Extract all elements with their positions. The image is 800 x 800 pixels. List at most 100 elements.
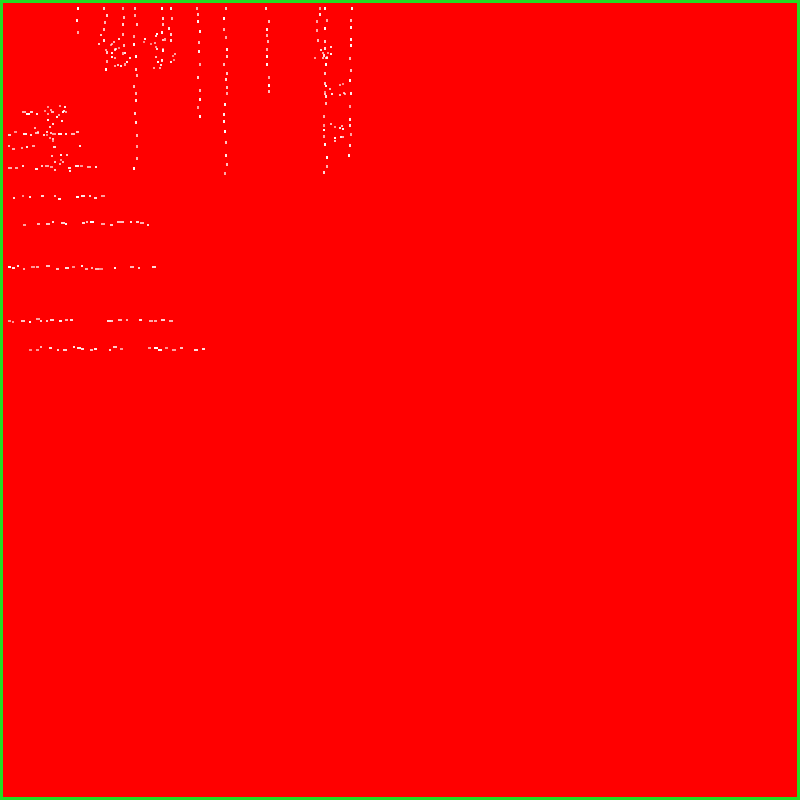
artifact-speck — [86, 221, 88, 223]
artifact-speck — [45, 165, 49, 167]
artifact-speck — [323, 171, 325, 174]
artifact-speck — [172, 55, 174, 57]
artifact-speck — [317, 39, 319, 42]
artifact-speck — [66, 154, 68, 156]
artifact-speck — [54, 161, 56, 163]
artifact-speck — [50, 166, 53, 168]
artifact-speck — [118, 319, 122, 321]
artifact-speck — [62, 161, 64, 163]
artifact-speck — [17, 265, 19, 267]
artifact-speck — [69, 170, 71, 172]
artifact-speck — [54, 195, 56, 197]
artifact-speck — [266, 34, 268, 37]
artifact-speck — [350, 38, 352, 41]
artifact-speck — [105, 68, 107, 71]
artifact-speck — [34, 127, 36, 129]
artifact-speck — [23, 268, 25, 270]
artifact-speck — [350, 69, 352, 72]
artifact-speck — [21, 147, 23, 149]
artifact-speck — [154, 42, 156, 44]
artifact-speck — [334, 126, 336, 128]
artifact-speck — [224, 103, 226, 106]
artifact-speck — [350, 19, 352, 22]
artifact-speck — [162, 17, 164, 20]
artifact-speck — [77, 347, 81, 349]
artifact-speck — [180, 347, 183, 349]
artifact-speck — [75, 165, 79, 167]
artifact-speck — [49, 137, 51, 139]
artifact-speck — [89, 195, 91, 197]
artifact-speck — [12, 267, 15, 269]
artifact-speck — [23, 224, 26, 226]
artifact-speck — [124, 52, 126, 54]
artifact-speck — [8, 145, 10, 147]
artifact-speck — [32, 145, 35, 147]
artifact-speck — [225, 78, 227, 81]
artifact-speck — [58, 114, 60, 116]
artifact-speck — [40, 320, 42, 322]
artifact-speck — [226, 72, 228, 75]
artifact-speck — [59, 320, 62, 322]
artifact-speck — [56, 116, 58, 118]
artifact-speck — [197, 76, 199, 79]
artifact-speck — [226, 163, 228, 166]
artifact-speck — [344, 93, 346, 95]
artifact-speck — [52, 133, 56, 135]
artifact-speck — [52, 140, 54, 142]
artifact-speck — [199, 115, 201, 118]
artifact-speck — [54, 169, 56, 171]
artifact-speck — [154, 347, 158, 349]
artifact-speck — [325, 85, 327, 87]
artifact-speck — [153, 67, 155, 69]
artifact-speck — [324, 93, 326, 95]
artifact-speck — [350, 92, 352, 95]
artifact-speck — [103, 28, 105, 31]
artifact-speck — [350, 26, 352, 29]
artifact-speck — [226, 92, 228, 95]
artifact-speck — [326, 57, 328, 59]
artifact-speck — [349, 105, 351, 108]
artifact-speck — [47, 106, 49, 108]
artifact-speck — [223, 17, 225, 20]
artifact-speck — [172, 349, 176, 351]
artifact-speck — [65, 111, 67, 113]
artifact-speck — [159, 67, 161, 69]
artifact-speck — [226, 86, 228, 89]
artifact-speck — [114, 65, 116, 67]
artifact-speck — [136, 221, 139, 223]
artifact-speck — [53, 146, 56, 148]
artifact-speck — [322, 57, 324, 59]
artifact-speck — [170, 7, 172, 10]
artifact-speck — [40, 346, 42, 348]
artifact-speck — [150, 43, 152, 45]
artifact-speck — [334, 137, 336, 139]
artifact-speck — [199, 63, 201, 66]
artifact-speck — [35, 168, 38, 170]
artifact-speck — [106, 60, 108, 63]
artifact-speck — [267, 40, 269, 43]
artifact-speck — [90, 221, 94, 223]
artifact-speck — [59, 105, 61, 107]
artifact-speck — [29, 321, 31, 323]
artifact-speck — [165, 347, 168, 349]
artifact-speck — [225, 154, 227, 157]
artifact-speck — [22, 165, 24, 167]
artifact-speck — [117, 64, 119, 66]
artifact-speck — [322, 52, 324, 54]
artifact-speck — [162, 48, 164, 50]
artifact-speck — [41, 165, 43, 167]
artifact-speck — [65, 267, 69, 269]
artifact-speck — [65, 133, 67, 135]
artifact-speck — [62, 111, 64, 113]
artifact-speck — [324, 7, 326, 10]
artifact-speck — [73, 346, 75, 348]
artifact-speck — [327, 52, 329, 54]
artifact-speck — [135, 68, 137, 71]
artifact-speck — [124, 63, 126, 66]
artifact-speck — [41, 195, 44, 197]
artifact-speck — [316, 29, 318, 32]
artifact-speck — [266, 28, 268, 31]
artifact-speck — [8, 266, 11, 268]
artifact-speck — [330, 53, 332, 55]
artifact-speck — [52, 221, 54, 223]
